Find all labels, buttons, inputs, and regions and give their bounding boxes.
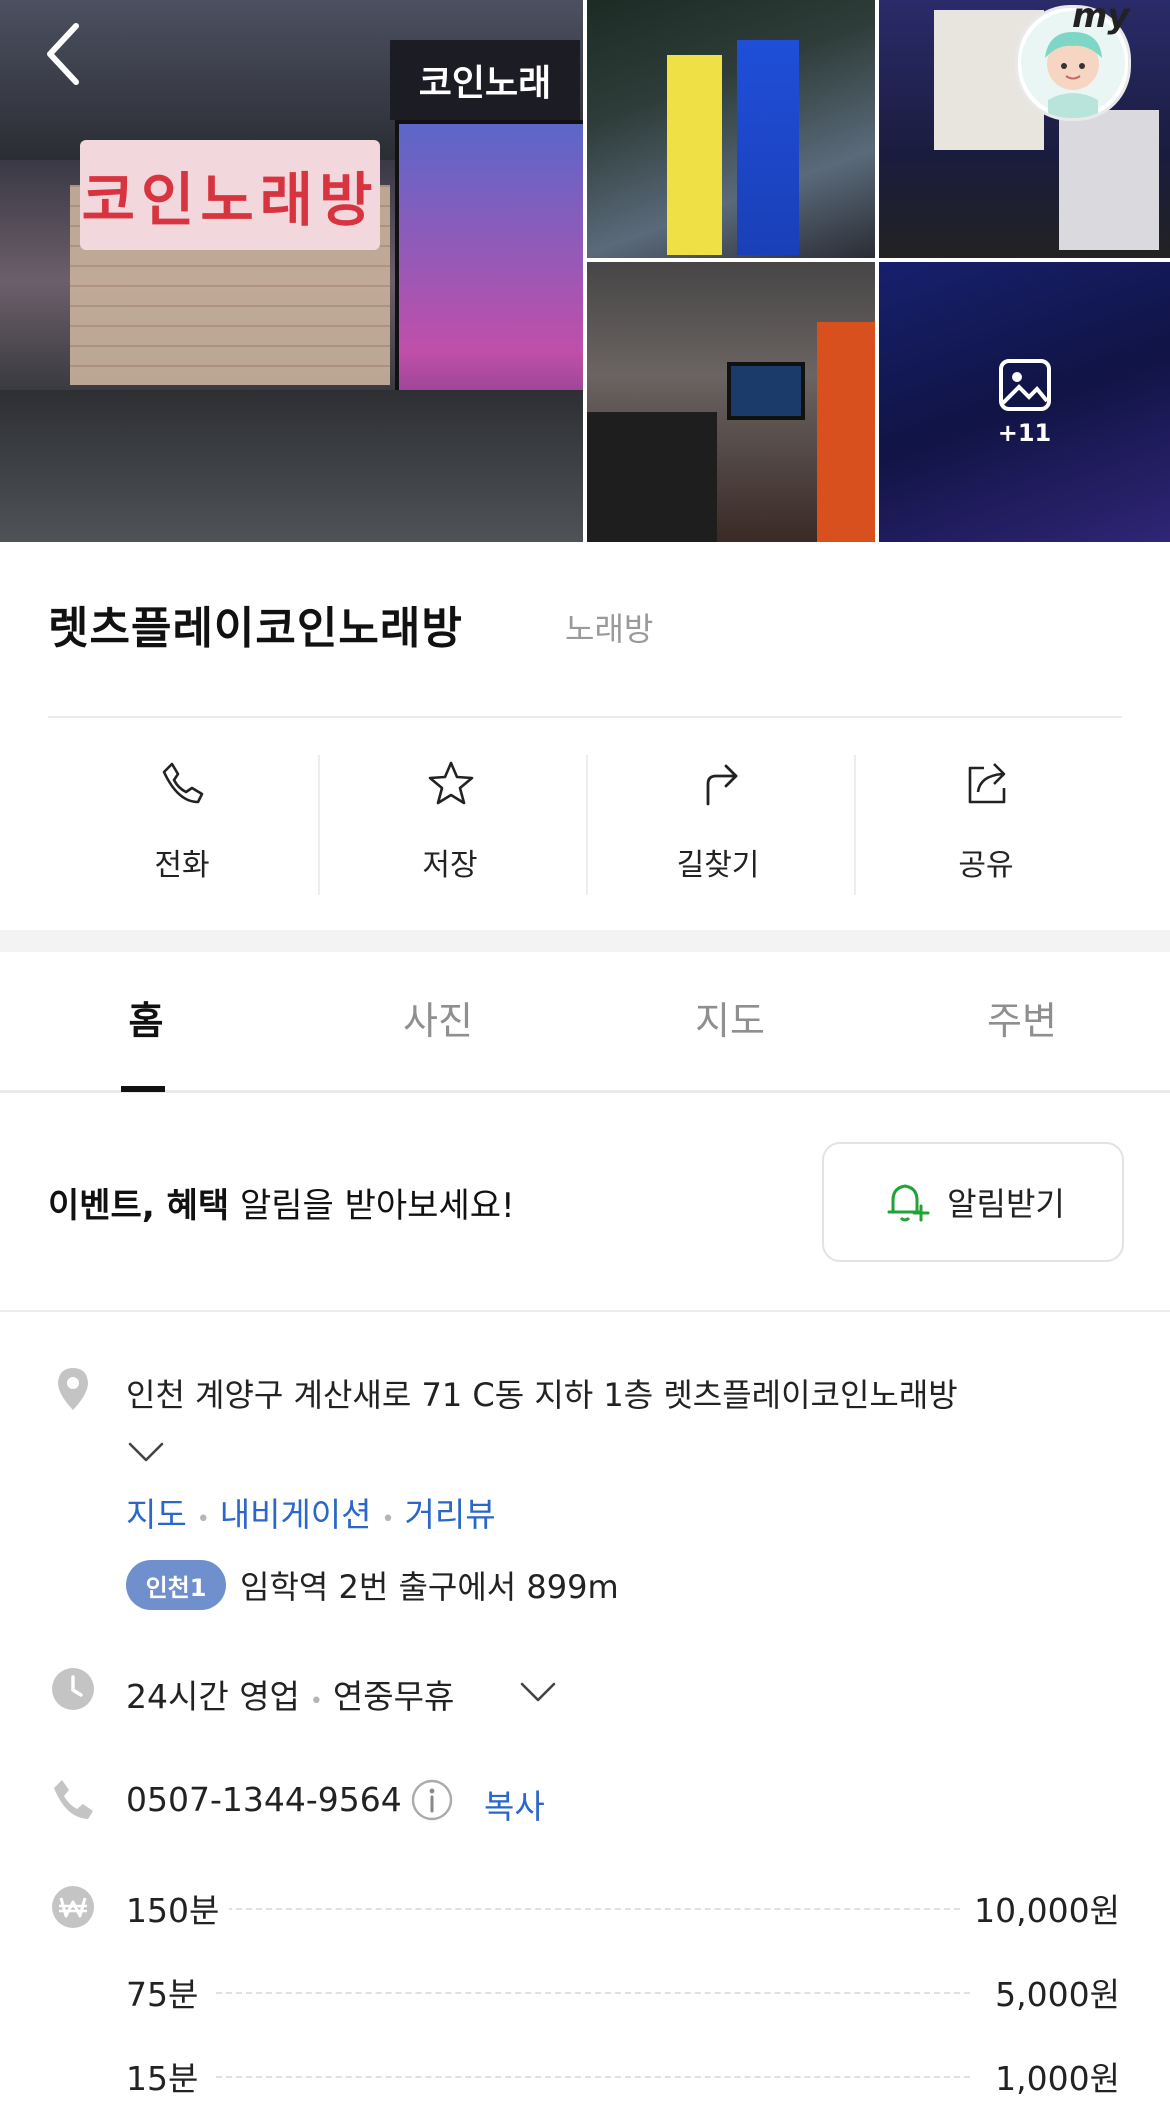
place-title: 렛츠플레이코인노래방 bbox=[48, 603, 463, 654]
share-button[interactable]: 공유 bbox=[852, 750, 1120, 900]
price-value: 5,000원 bbox=[985, 1968, 1120, 2016]
directions-button[interactable]: 길찾기 bbox=[584, 750, 852, 900]
hours-expand-button[interactable] bbox=[518, 1676, 558, 1706]
clock-icon bbox=[52, 1668, 94, 1710]
price-value: 10,000원 bbox=[964, 1884, 1120, 1932]
photo-sign-text: 코인노래방 bbox=[80, 140, 380, 250]
notify-button[interactable]: 알림받기 bbox=[822, 1142, 1124, 1262]
call-button[interactable]: 전화 bbox=[48, 750, 316, 900]
tab-nearby[interactable]: 주변 bbox=[876, 990, 1168, 1045]
won-currency-icon bbox=[52, 1886, 94, 1928]
bell-plus-icon bbox=[887, 1184, 930, 1222]
image-icon bbox=[998, 359, 1051, 411]
subway-line-badge: 인천1 bbox=[126, 1560, 226, 1610]
chevron-left-icon bbox=[47, 23, 79, 85]
phone-filled-icon bbox=[54, 1780, 93, 1819]
tab-map[interactable]: 지도 bbox=[584, 990, 876, 1045]
section-gap bbox=[0, 930, 1170, 952]
notice-text: 이벤트, 혜택 알림을 받아보세요! bbox=[48, 1178, 515, 1227]
price-duration: 75분 bbox=[126, 1968, 209, 2016]
price-row: 150분 10,000원 bbox=[126, 1884, 1120, 1934]
business-hours: 24시간 영업 • 연중무휴 bbox=[126, 1677, 455, 1716]
station-distance-text: 임학역 2번 출구에서 899m bbox=[240, 1568, 619, 1606]
directions-label: 길찾기 bbox=[676, 848, 760, 883]
directions-icon bbox=[706, 764, 738, 806]
divider bbox=[0, 1310, 1170, 1312]
tabs-divider bbox=[0, 1090, 1170, 1093]
map-link[interactable]: 지도 bbox=[126, 1495, 187, 1534]
street-view-link[interactable]: 거리뷰 bbox=[405, 1495, 496, 1534]
phone-number: 0507-1344-9564 bbox=[126, 1780, 402, 1819]
call-label: 전화 bbox=[154, 848, 210, 883]
more-photos-count: +11 bbox=[997, 419, 1052, 447]
photo-gallery: 코인노래방 코인노래 +11 bbox=[0, 0, 1170, 542]
star-icon bbox=[428, 761, 474, 805]
copy-phone-button[interactable]: 복사 bbox=[484, 1780, 545, 1828]
price-row: 15분 1,000원 bbox=[126, 2052, 1120, 2102]
place-category: 노래방 bbox=[565, 610, 654, 648]
address-expand-button[interactable] bbox=[126, 1438, 166, 1466]
photo-4[interactable] bbox=[587, 262, 875, 542]
photo-top-sign-text: 코인노래 bbox=[390, 40, 580, 120]
info-icon[interactable] bbox=[410, 1778, 454, 1822]
share-label: 공유 bbox=[958, 848, 1014, 883]
price-value: 1,000원 bbox=[985, 2052, 1120, 2100]
save-label: 저장 bbox=[422, 848, 478, 883]
save-button[interactable]: 저장 bbox=[316, 750, 584, 900]
price-duration: 15분 bbox=[126, 2052, 209, 2100]
tab-photos[interactable]: 사진 bbox=[292, 990, 584, 1045]
active-tab-indicator bbox=[121, 1086, 165, 1092]
notify-button-label: 알림받기 bbox=[947, 1185, 1065, 1223]
tab-home[interactable]: 홈 bbox=[0, 990, 292, 1045]
back-button[interactable] bbox=[40, 20, 90, 90]
navigation-link[interactable]: 내비게이션 bbox=[220, 1495, 372, 1534]
my-label: my bbox=[1072, 0, 1130, 36]
divider bbox=[48, 716, 1122, 718]
chevron-down-icon bbox=[520, 1682, 556, 1702]
hours-main-text: 24시간 영업 bbox=[126, 1677, 300, 1716]
info-circle-icon bbox=[411, 1779, 453, 1821]
photo-2[interactable] bbox=[587, 0, 875, 258]
chevron-down-icon bbox=[128, 1442, 164, 1462]
hours-sub-text: 연중무휴 bbox=[332, 1677, 455, 1716]
more-photos-overlay[interactable]: +11 bbox=[879, 262, 1170, 542]
address-links: 지도 • 내비게이션 • 거리뷰 bbox=[126, 1495, 496, 1534]
address-text: 인천 계양구 계산새로 71 C동 지하 1층 렛츠플레이코인노래방 bbox=[126, 1376, 958, 1414]
price-row: 75분 5,000원 bbox=[126, 1968, 1120, 2018]
price-duration: 150분 bbox=[126, 1884, 230, 1932]
notice-rest-text: 알림을 받아보세요! bbox=[229, 1186, 515, 1226]
share-icon bbox=[968, 763, 1006, 804]
location-pin-icon bbox=[58, 1368, 88, 1410]
phone-icon bbox=[162, 762, 204, 804]
notice-bold-text: 이벤트, 혜택 bbox=[48, 1186, 230, 1226]
